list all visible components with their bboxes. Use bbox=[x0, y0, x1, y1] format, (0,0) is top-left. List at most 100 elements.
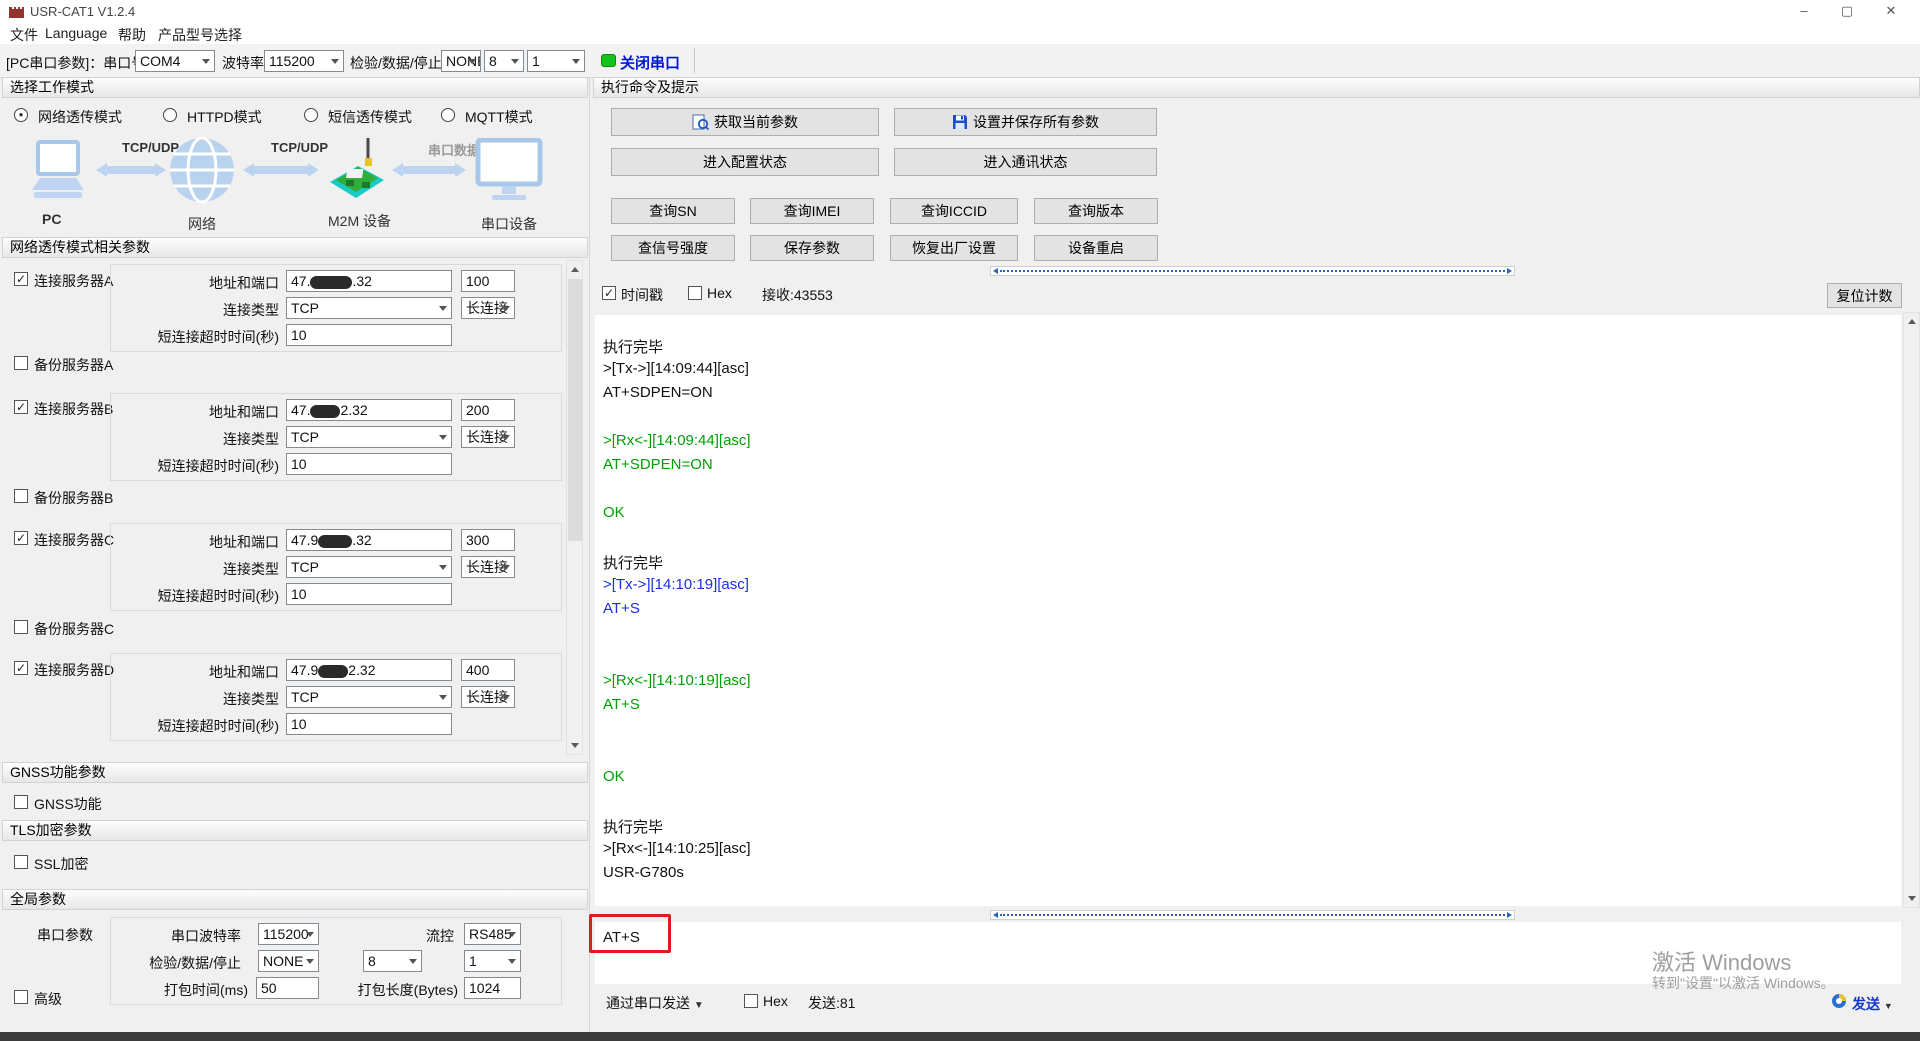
server-a-keepalive-select[interactable]: 长连接 bbox=[461, 297, 515, 319]
server-c-timeout-input[interactable]: 10 bbox=[286, 583, 452, 605]
menu-help[interactable]: 帮助 bbox=[118, 25, 146, 45]
menu-product-model[interactable]: 产品型号选择 bbox=[158, 25, 242, 45]
scroll-up-icon[interactable] bbox=[570, 267, 579, 272]
checkbox-backup-server-b-label: 备份服务器B bbox=[34, 490, 114, 506]
server-d-keepalive-select[interactable]: 长连接 bbox=[461, 686, 515, 708]
net-params-scrollbar[interactable] bbox=[566, 260, 583, 755]
scroll-right-icon[interactable] bbox=[1507, 912, 1512, 918]
enter-config-button[interactable]: 进入配置状态 bbox=[611, 148, 879, 176]
set-save-params-button[interactable]: 设置并保存所有参数 bbox=[894, 108, 1157, 136]
checkbox-connect-server-c[interactable]: ✓ bbox=[14, 531, 28, 545]
log-line: AT+SDPEN=ON bbox=[603, 456, 713, 473]
checkbox-gnss[interactable] bbox=[14, 795, 28, 809]
checkbox-advanced[interactable] bbox=[14, 990, 28, 1004]
server-b-timeout-input[interactable]: 10 bbox=[286, 453, 452, 475]
scrollbar-thumb[interactable] bbox=[568, 279, 583, 541]
query-iccid-button[interactable]: 查询ICCID bbox=[890, 198, 1018, 224]
log-top-scrollbar[interactable] bbox=[990, 266, 1515, 276]
pack-length-input[interactable]: 1024 bbox=[464, 977, 521, 999]
stopbits-select[interactable]: 1 bbox=[527, 50, 585, 72]
scrollbar-track[interactable] bbox=[1000, 270, 1505, 272]
menu-file[interactable]: 文件 bbox=[10, 25, 38, 45]
server-d-port-input[interactable]: 400 bbox=[461, 659, 515, 681]
checkbox-ssl[interactable] bbox=[14, 855, 28, 869]
server-d-conn-type-select[interactable]: TCP bbox=[286, 686, 452, 708]
checkbox-connect-server-d[interactable]: ✓ bbox=[14, 661, 28, 675]
radio-net-transparent[interactable]: ● bbox=[14, 108, 28, 122]
scroll-left-icon[interactable] bbox=[993, 268, 998, 274]
enter-comm-button[interactable]: 进入通讯状态 bbox=[894, 148, 1157, 176]
server-a-conn-type-select[interactable]: TCP bbox=[286, 297, 452, 319]
scroll-left-icon[interactable] bbox=[993, 912, 998, 918]
get-params-button[interactable]: 获取当前参数 bbox=[611, 108, 879, 136]
close-port-button[interactable]: 关闭串口 bbox=[620, 52, 680, 73]
server-c-address-input[interactable]: 47.9 .32 bbox=[286, 529, 452, 551]
checkbox-hex-recv[interactable] bbox=[688, 286, 702, 300]
radio-sms-transparent[interactable] bbox=[304, 108, 318, 122]
server-b-conn-type-select[interactable]: TCP bbox=[286, 426, 452, 448]
query-imei-button[interactable]: 查询IMEI bbox=[750, 198, 874, 224]
checkbox-connect-server-a[interactable]: ✓ bbox=[14, 272, 28, 286]
server-b-port-input[interactable]: 200 bbox=[461, 399, 515, 421]
scroll-right-icon[interactable] bbox=[1507, 268, 1512, 274]
serial-baud-select[interactable]: 115200 bbox=[258, 923, 319, 945]
parity-select[interactable]: NONE bbox=[441, 50, 481, 72]
log-output[interactable]: 执行完毕 >[Tx->][14:09:44][asc] AT+SDPEN=ON >[R… bbox=[595, 315, 1901, 906]
serial-parity-select[interactable]: NONE bbox=[258, 950, 319, 972]
checkbox-backup-server-b[interactable] bbox=[14, 489, 28, 503]
server-c-port-input[interactable]: 300 bbox=[461, 529, 515, 551]
flow-control-select[interactable]: RS485 bbox=[464, 923, 521, 945]
serial-databits-select[interactable]: 8 bbox=[363, 950, 422, 972]
menu-language[interactable]: Language bbox=[45, 25, 107, 41]
query-sn-button[interactable]: 查询SN bbox=[611, 198, 735, 224]
server-a-address-input[interactable]: 47. .32 bbox=[286, 270, 452, 292]
log-bottom-scrollbar[interactable] bbox=[990, 910, 1515, 920]
serial-baud-value: 115200 bbox=[263, 926, 309, 942]
scroll-down-icon[interactable] bbox=[571, 743, 579, 748]
checkbox-hex-send[interactable] bbox=[744, 994, 758, 1008]
device-reboot-button[interactable]: 设备重启 bbox=[1034, 235, 1158, 261]
log-line: AT+S bbox=[603, 600, 640, 617]
timeout-label: 短连接超时时间(秒) bbox=[157, 718, 279, 734]
server-a-timeout-input[interactable]: 10 bbox=[286, 324, 452, 346]
factory-reset-button[interactable]: 恢复出厂设置 bbox=[890, 235, 1018, 261]
radio-mqtt[interactable] bbox=[441, 108, 455, 122]
checkbox-timestamp[interactable]: ✓ bbox=[602, 286, 616, 300]
checkbox-backup-server-a[interactable] bbox=[14, 356, 28, 370]
send-button[interactable]: 发送 ▼ bbox=[1852, 994, 1893, 1014]
serial-stopbits-select[interactable]: 1 bbox=[464, 950, 521, 972]
pc-icon bbox=[32, 140, 84, 198]
scrollbar-track[interactable] bbox=[1000, 914, 1505, 916]
server-d-address-input[interactable]: 47.9 2.32 bbox=[286, 659, 452, 681]
log-vertical-scrollbar[interactable] bbox=[1903, 312, 1920, 908]
server-c-keepalive-select[interactable]: 长连接 bbox=[461, 556, 515, 578]
query-signal-button[interactable]: 查信号强度 bbox=[611, 235, 735, 261]
pack-time-input[interactable]: 50 bbox=[256, 977, 319, 999]
server-b-keepalive-select[interactable]: 长连接 bbox=[461, 426, 515, 448]
window-title: USR-CAT1 V1.2.4 bbox=[30, 4, 136, 19]
checkbox-backup-server-c[interactable] bbox=[14, 620, 28, 634]
scroll-up-icon[interactable] bbox=[1907, 319, 1916, 324]
com-port-select[interactable]: COM4 bbox=[135, 50, 215, 72]
server-c-conn-type-select[interactable]: TCP bbox=[286, 556, 452, 578]
scroll-down-icon[interactable] bbox=[1908, 896, 1916, 901]
checkbox-connect-server-b[interactable]: ✓ bbox=[14, 400, 28, 414]
query-version-button[interactable]: 查询版本 bbox=[1034, 198, 1158, 224]
server-b-address-input[interactable]: 47. 2.32 bbox=[286, 399, 452, 421]
server-d-timeout-input[interactable]: 10 bbox=[286, 713, 452, 735]
serial-databits-value: 8 bbox=[368, 953, 376, 969]
radio-httpd[interactable] bbox=[163, 108, 177, 122]
minimize-button[interactable]: – bbox=[1789, 2, 1819, 20]
server-a-port-input[interactable]: 100 bbox=[461, 270, 515, 292]
maximize-button[interactable]: ▢ bbox=[1832, 2, 1862, 20]
databits-select[interactable]: 8 bbox=[484, 50, 524, 72]
chevron-down-icon bbox=[508, 959, 516, 964]
close-button[interactable]: ✕ bbox=[1876, 2, 1906, 20]
reset-count-button[interactable]: 复位计数 bbox=[1827, 283, 1902, 308]
send-via-serial-button[interactable]: 通过串口发送 ▼ bbox=[606, 993, 704, 1013]
baud-select[interactable]: 115200 bbox=[264, 50, 344, 72]
pack-time-label: 打包时间(ms) bbox=[164, 982, 248, 998]
conn-type-label: 连接类型 bbox=[223, 691, 279, 707]
save-params-button[interactable]: 保存参数 bbox=[750, 235, 874, 261]
